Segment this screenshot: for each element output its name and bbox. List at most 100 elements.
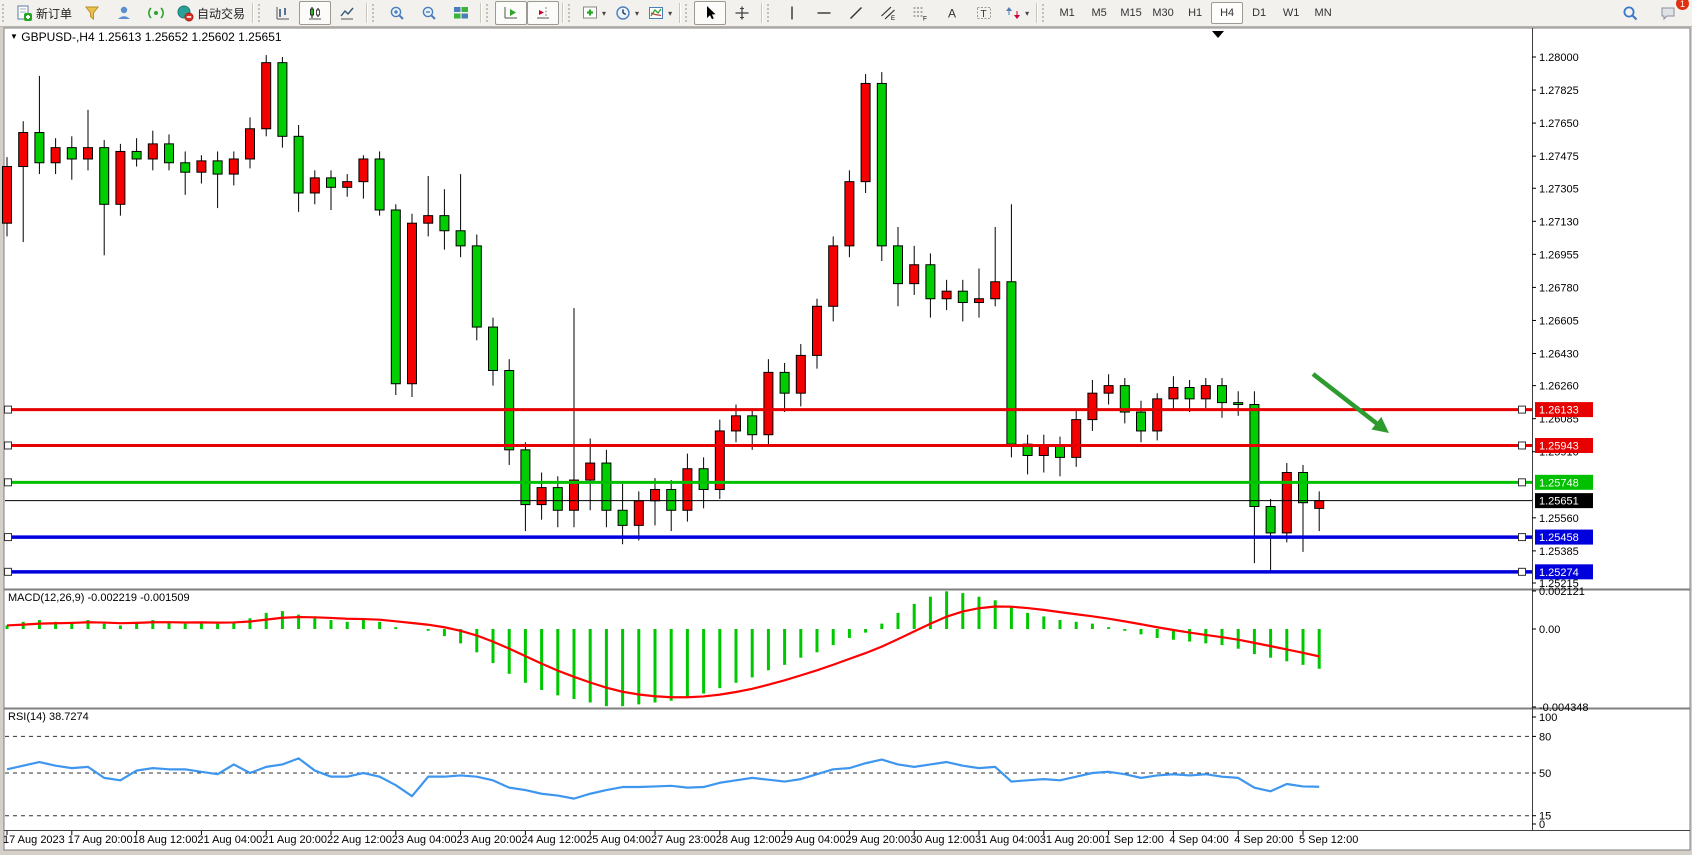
macd-tick-label: 0.002121	[1539, 586, 1585, 598]
time-tick-label: 25 Aug 04:00	[586, 834, 651, 846]
bull-candle-body	[942, 291, 951, 299]
dropdown-caret-icon[interactable]: ▾	[1025, 9, 1029, 18]
timeframe-mn-button[interactable]: MN	[1307, 2, 1339, 24]
time-tick-label: 31 Aug 20:00	[1040, 834, 1105, 846]
clock-icon	[614, 4, 632, 22]
bull-candle-body	[246, 129, 255, 159]
autotrade-icon	[176, 4, 194, 22]
time-axis[interactable]: 17 Aug 202317 Aug 20:0018 Aug 12:0021 Au…	[3, 831, 1358, 846]
candle	[845, 170, 854, 257]
timeframe-m5-button[interactable]: M5	[1083, 2, 1115, 24]
bear-candle-body	[100, 148, 109, 205]
price-badge-label: 1.25274	[1539, 567, 1579, 579]
bear-candle-body	[1137, 412, 1146, 431]
autotrade-button[interactable]: 自动交易	[172, 1, 249, 25]
bull-candle-body	[359, 159, 368, 182]
candle	[764, 359, 773, 444]
zoom-out-button[interactable]	[413, 1, 445, 25]
indicators-button[interactable]: ▾	[577, 1, 610, 25]
text-icon: A	[943, 4, 961, 22]
toolbar-group-handle	[1042, 4, 1049, 22]
community-button[interactable]	[108, 1, 140, 25]
template-icon	[647, 4, 665, 22]
dropdown-caret-icon[interactable]: ▾	[668, 9, 672, 18]
timeframe-m30-button[interactable]: M30	[1147, 2, 1179, 24]
fibonacci-button[interactable]: F	[904, 1, 936, 25]
bull-candle-body	[1315, 501, 1324, 509]
dropdown-caret-icon[interactable]: ▾	[635, 9, 639, 18]
collapse-triangle-icon[interactable]: ▼	[10, 32, 18, 41]
zoom-in-button[interactable]	[381, 1, 413, 25]
bear-candle-body	[391, 210, 400, 384]
timeframe-h1-button[interactable]: H1	[1179, 2, 1211, 24]
candle	[391, 204, 400, 395]
toolbar-group-handle	[767, 4, 774, 22]
bar-chart-button[interactable]	[267, 1, 299, 25]
svg-text:T: T	[981, 9, 987, 20]
chart-canvas[interactable]: 1.280001.278251.276501.274751.273051.271…	[0, 26, 1692, 855]
crosshair-icon	[733, 4, 751, 22]
text-button[interactable]: A	[936, 1, 968, 25]
bear-candle-body	[618, 510, 627, 525]
shapes-button[interactable]: ▾	[1000, 1, 1033, 25]
channel-button[interactable]: E	[872, 1, 904, 25]
timeframe-m1-button[interactable]: M1	[1051, 2, 1083, 24]
price-tick-label: 1.26260	[1539, 381, 1579, 393]
tile-windows-button[interactable]	[445, 1, 477, 25]
quotes-button[interactable]	[76, 1, 108, 25]
timeframe-d1-button[interactable]: D1	[1243, 2, 1275, 24]
line-handle[interactable]	[1519, 406, 1526, 413]
line-chart-button[interactable]	[331, 1, 363, 25]
chat-button[interactable]: 1	[1652, 1, 1684, 25]
auto-scroll-button[interactable]	[495, 1, 527, 25]
line-handle[interactable]	[1519, 442, 1526, 449]
candle	[472, 235, 481, 341]
toolbar-separator	[761, 3, 762, 23]
search-button[interactable]	[1614, 1, 1646, 25]
new-order-button[interactable]: 新订单	[11, 1, 76, 25]
bear-candle-body	[35, 133, 44, 163]
zoom-in-icon	[388, 4, 406, 22]
new-order-icon	[15, 4, 33, 22]
price-badge: 1.25748	[1535, 475, 1593, 490]
hline-button[interactable]	[808, 1, 840, 25]
cursor-icon	[701, 4, 719, 22]
signals-button[interactable]	[140, 1, 172, 25]
line-handle[interactable]	[5, 479, 12, 486]
macd-name: MACD(12,26,9)	[8, 592, 84, 604]
bear-candle-body	[553, 488, 562, 511]
label-button[interactable]: T	[968, 1, 1000, 25]
line-handle[interactable]	[5, 442, 12, 449]
candle-chart-button[interactable]	[299, 1, 331, 25]
bull-candle-body	[975, 299, 984, 303]
bear-candle-body	[472, 246, 481, 327]
bull-candle-body	[116, 151, 125, 204]
timeframe-w1-button[interactable]: W1	[1275, 2, 1307, 24]
bull-candle-body	[910, 265, 919, 284]
bull-candle-body	[1169, 388, 1178, 399]
candle	[505, 359, 514, 465]
price-tick-label: 1.27305	[1539, 183, 1579, 195]
bear-candle-body	[165, 144, 174, 163]
timeframe-h4-button[interactable]: H4	[1211, 2, 1243, 24]
vline-button[interactable]	[776, 1, 808, 25]
line-handle[interactable]	[5, 406, 12, 413]
bear-candle-body	[958, 291, 967, 302]
crosshair-button[interactable]	[726, 1, 758, 25]
templates-button[interactable]: ▾	[643, 1, 676, 25]
time-tick-label: 29 Aug 20:00	[845, 834, 910, 846]
trendline-icon	[847, 4, 865, 22]
cursor-button[interactable]	[694, 1, 726, 25]
line-handle[interactable]	[5, 568, 12, 575]
dropdown-caret-icon[interactable]: ▾	[602, 9, 606, 18]
trendline-button[interactable]	[840, 1, 872, 25]
timeframe-m15-button[interactable]: M15	[1115, 2, 1147, 24]
periods-button[interactable]: ▾	[610, 1, 643, 25]
line-handle[interactable]	[1519, 568, 1526, 575]
bear-candle-body	[67, 148, 76, 159]
line-handle[interactable]	[1519, 479, 1526, 486]
line-handle[interactable]	[5, 534, 12, 541]
candle	[715, 420, 724, 499]
line-handle[interactable]	[1519, 534, 1526, 541]
chart-shift-button[interactable]	[527, 1, 559, 25]
